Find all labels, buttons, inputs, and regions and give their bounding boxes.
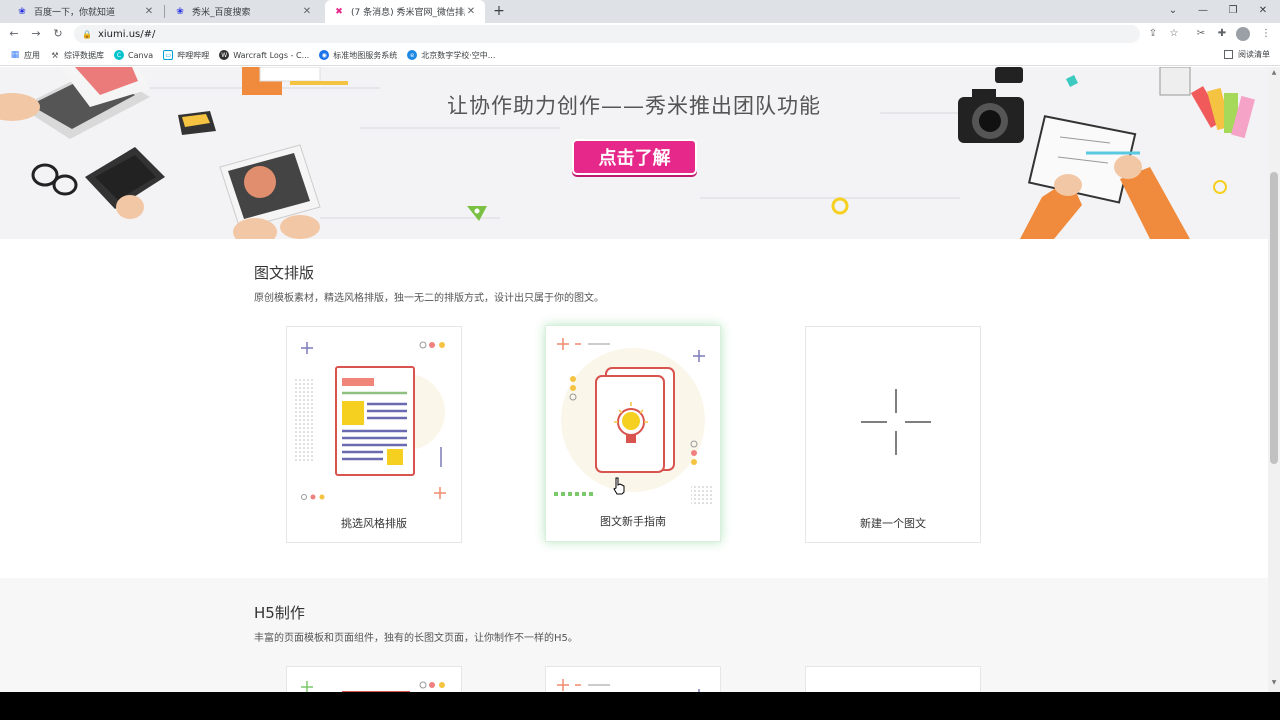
tab-separator — [164, 5, 165, 18]
bookmarks-bar: ▦ 应用 ⚒ 综评数据库 C Canva ▭ 哔哩哔哩 W Warcraft L… — [0, 45, 1280, 66]
bookmark-star-icon[interactable]: ☆ — [1166, 26, 1182, 42]
learn-more-button[interactable]: 点击了解 — [572, 139, 697, 175]
card-label: 图文新手指南 — [600, 515, 666, 528]
maximize-button[interactable]: ❐ — [1218, 0, 1248, 23]
close-icon[interactable]: ✕ — [465, 6, 477, 17]
section-desc-h5: 丰富的页面模板和页面组件，独有的长图文页面，让你制作不一样的H5。 — [254, 633, 578, 644]
minimize-button[interactable]: — — [1188, 0, 1218, 23]
tab-xiumi[interactable]: ✖ (7 条消息) 秀米官网_微信排版编... ✕ — [325, 0, 485, 23]
scrollbar-thumb[interactable] — [1270, 172, 1278, 464]
section-title-graphic: 图文排版 — [254, 264, 315, 282]
bookmark-school[interactable]: e 北京数字学校·空中... — [407, 50, 495, 61]
xiumi-logo-icon: ✖ — [335, 6, 343, 17]
warcraft-icon: W — [219, 50, 230, 60]
close-icon[interactable]: ✕ — [143, 6, 155, 17]
hand-cursor-icon — [613, 477, 625, 495]
tab-baidu-home[interactable]: ❀ 百度一下，你就知道 ✕ — [8, 0, 163, 23]
canva-icon: C — [114, 50, 124, 60]
close-window-button[interactable]: ✕ — [1248, 0, 1278, 23]
card-label: 挑选风格排版 — [341, 517, 407, 530]
promo-banner[interactable]: 让协作助力创作——秀米推出团队功能 点击了解 — [0, 67, 1268, 239]
apps-grid-icon: ▦ — [10, 50, 20, 60]
new-tab-button[interactable]: + — [490, 2, 508, 20]
profile-avatar-icon[interactable] — [1236, 27, 1250, 41]
tab-strip: ❀ 百度一下，你就知道 ✕ ❀ 秀米_百度搜索 ✕ ✖ (7 条消息) 秀米官网… — [0, 0, 1280, 23]
card-new-graphic[interactable]: 新建一个图文 — [805, 326, 981, 543]
scroll-up-arrow-icon[interactable]: ▲ — [1270, 69, 1278, 76]
h5-card-2[interactable] — [545, 666, 721, 692]
plus-crosshair-icon — [861, 389, 931, 455]
bookmark-apps[interactable]: ▦ 应用 — [10, 50, 40, 61]
extension-icon[interactable]: ✂ — [1193, 26, 1209, 42]
card-label: 新建一个图文 — [860, 517, 926, 530]
h5-guide-icon — [557, 679, 700, 692]
baidu-paw-icon: ❀ — [18, 6, 26, 17]
back-arrow-icon[interactable]: ← — [6, 26, 22, 42]
browser-toolbar: ← → ↻ 🔒 xiumi.us/#/ ⇪ ☆ ✂ ✚ ⋮ — [0, 23, 1280, 45]
circle-decoration — [831, 197, 849, 215]
section-desc-graphic: 原创模板素材，精选风格排版，独一无二的排版方式，设计出只属于你的图文。 — [254, 293, 604, 304]
menu-kebab-icon[interactable]: ⋮ — [1258, 26, 1274, 42]
baidu-paw-icon: ❀ — [176, 6, 184, 17]
triangle-decoration — [467, 206, 487, 221]
h5-card-3[interactable] — [805, 666, 981, 692]
bilibili-icon: ▭ — [163, 50, 174, 60]
url-text: xiumi.us/#/ — [97, 28, 156, 40]
document-template-icon — [295, 341, 446, 500]
share-icon[interactable]: ⇪ — [1145, 26, 1161, 42]
browser-window: ❀ 百度一下，你就知道 ✕ ❀ 秀米_百度搜索 ✕ ✖ (7 条消息) 秀米官网… — [0, 0, 1280, 692]
reading-list-icon — [1224, 50, 1233, 59]
address-bar[interactable]: 🔒 xiumi.us/#/ — [74, 25, 1140, 43]
page-scrollbar[interactable]: ▲ ▼ — [1268, 67, 1280, 692]
page-content: 让协作助力创作——秀米推出团队功能 点击了解 图文排版 原创模板素材，精选风格排… — [0, 67, 1268, 692]
lock-icon: 🔒 — [82, 29, 92, 39]
camera-sketch-illustration — [958, 67, 1255, 239]
h5-card-1[interactable] — [286, 666, 462, 692]
card-beginner-guide[interactable]: 图文新手指南 — [545, 325, 721, 542]
bookmark-zongping[interactable]: ⚒ 综评数据库 — [50, 50, 104, 61]
section-title-h5: H5制作 — [254, 604, 305, 622]
bookmark-map[interactable]: ◉ 标准地图服务系统 — [319, 50, 397, 61]
guide-book-bulb-icon — [554, 338, 713, 506]
banner-wave — [360, 127, 560, 129]
bookmark-bilibili[interactable]: ▭ 哔哩哔哩 — [163, 50, 209, 61]
map-icon: ◉ — [319, 50, 330, 60]
tool-icon: ⚒ — [51, 50, 59, 60]
tab-search-button[interactable]: ⌄ — [1158, 0, 1188, 23]
tab-baidu-search[interactable]: ❀ 秀米_百度搜索 ✕ — [166, 0, 321, 23]
h5-template-icon — [301, 681, 445, 692]
reload-icon[interactable]: ↻ — [50, 26, 66, 42]
school-icon: e — [407, 50, 418, 60]
bookmark-warcraft[interactable]: W Warcraft Logs - C... — [219, 50, 309, 60]
close-icon[interactable]: ✕ — [301, 6, 313, 17]
bookmark-canva[interactable]: C Canva — [114, 50, 153, 60]
puzzle-extensions-icon[interactable]: ✚ — [1214, 26, 1230, 42]
forward-arrow-icon[interactable]: → — [28, 26, 44, 42]
reading-list-button[interactable]: 阅读清单 — [1224, 49, 1270, 60]
scroll-down-arrow-icon[interactable]: ▼ — [1270, 679, 1278, 686]
card-pick-style[interactable]: 挑选风格排版 — [286, 326, 462, 543]
